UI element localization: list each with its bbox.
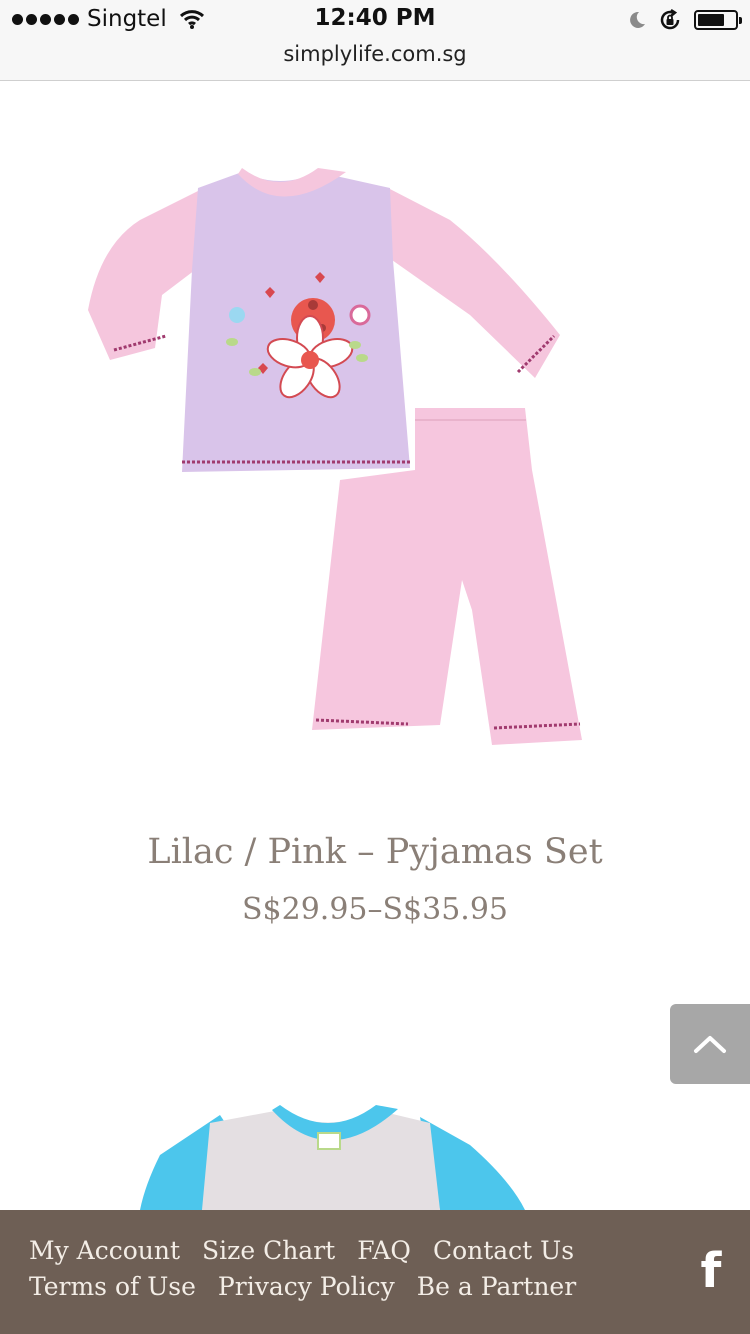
- footer-link-privacy-policy[interactable]: Privacy Policy: [218, 1272, 395, 1301]
- footer-link-size-chart[interactable]: Size Chart: [202, 1236, 335, 1265]
- product-image[interactable]: [70, 150, 590, 750]
- moon-icon: [630, 11, 645, 28]
- footer-link-faq[interactable]: FAQ: [357, 1236, 411, 1265]
- status-bar: Singtel 12:40 PM simplylife.com.sg: [0, 0, 750, 81]
- site-footer: My Account Size Chart FAQ Contact Us Ter…: [0, 1210, 750, 1334]
- rotation-lock-icon: [660, 8, 680, 30]
- footer-link-be-a-partner[interactable]: Be a Partner: [417, 1272, 576, 1301]
- battery-icon: [694, 10, 742, 30]
- footer-link-terms-of-use[interactable]: Terms of Use: [29, 1272, 196, 1301]
- footer-link-my-account[interactable]: My Account: [29, 1236, 180, 1265]
- next-product-image[interactable]: [140, 1105, 530, 1210]
- chevron-up-icon: [694, 1036, 726, 1053]
- address-bar-url[interactable]: simplylife.com.sg: [0, 42, 750, 66]
- back-to-top-button[interactable]: [670, 1004, 750, 1084]
- footer-links-primary: My Account Size Chart FAQ Contact Us: [29, 1236, 574, 1265]
- product-price: S$29.95–S$35.95: [241, 892, 509, 927]
- product-title[interactable]: Lilac / Pink – Pyjamas Set: [0, 832, 750, 872]
- footer-links-secondary: Terms of Use Privacy Policy Be a Partner: [29, 1272, 576, 1301]
- footer-link-contact-us[interactable]: Contact Us: [433, 1236, 574, 1265]
- facebook-icon[interactable]: f: [694, 1247, 728, 1295]
